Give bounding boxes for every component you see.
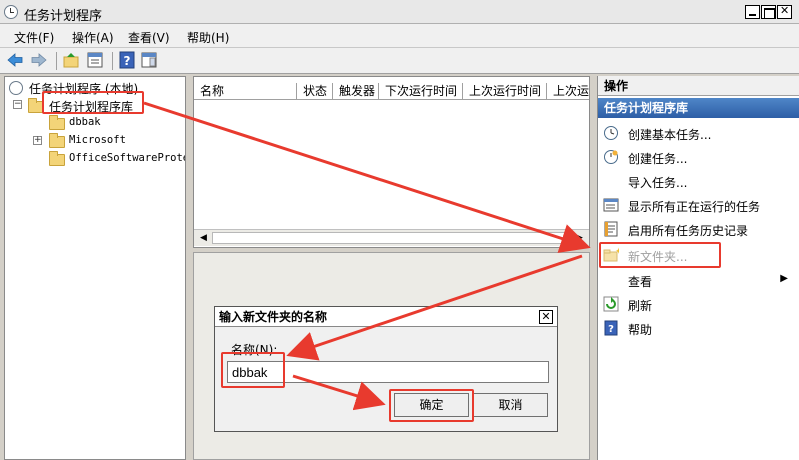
history-icon (604, 221, 618, 237)
expand-icon[interactable]: + (33, 136, 42, 145)
action-create-basic-task[interactable]: 创建基本任务... (598, 122, 799, 144)
task-scheduler-icon (4, 5, 18, 19)
column-next-run[interactable]: 下次运行时间 (379, 83, 463, 100)
action-refresh[interactable]: 刷新 (598, 293, 799, 315)
help-icon: ? (604, 320, 618, 336)
actions-section-library[interactable]: 任务计划程序库 (598, 98, 799, 118)
toolbar-separator (56, 52, 57, 70)
action-label: 帮助 (628, 323, 653, 337)
menu-view[interactable]: 查看(V) (128, 29, 170, 46)
forward-arrow-icon[interactable] (30, 51, 50, 71)
dialog-close-icon[interactable]: ✕ (539, 310, 553, 324)
panel-icon[interactable] (140, 51, 160, 71)
action-label: 刷新 (628, 299, 653, 313)
actions-header: 操作 (598, 76, 799, 96)
folder-name-input[interactable] (227, 361, 549, 383)
tree-dbbak-label: dbbak (69, 116, 101, 128)
svg-text:?: ? (124, 54, 131, 68)
menu-file[interactable]: 文件(F) (14, 29, 54, 46)
tree-item-library[interactable]: − 任务计划程序库 (5, 96, 185, 114)
clock-icon (9, 81, 23, 95)
folder-icon (49, 133, 65, 148)
folder-icon (28, 98, 44, 113)
ok-button[interactable]: 确定 (394, 393, 469, 417)
action-new-folder[interactable]: ✦ 新文件夹... (598, 244, 799, 266)
new-folder-dialog: 输入新文件夹的名称 ✕ 名称(N): 确定 取消 (214, 306, 558, 432)
close-button[interactable] (777, 4, 792, 19)
scroll-thumb[interactable] (212, 232, 567, 244)
navigation-tree: 任务计划程序 (本地) − 任务计划程序库 dbbak + Microsoft … (4, 76, 186, 460)
up-folder-icon[interactable] (62, 51, 82, 71)
tree-item-microsoft[interactable]: + Microsoft (5, 132, 185, 150)
svg-text:?: ? (608, 324, 614, 335)
minimize-button[interactable] (745, 5, 760, 19)
toolbar-separator (112, 52, 113, 70)
view-icon[interactable] (86, 51, 106, 71)
menu-help[interactable]: 帮助(H) (187, 29, 229, 46)
running-tasks-icon (603, 198, 619, 212)
folder-icon (49, 151, 65, 166)
window-title: 任务计划程序 (24, 9, 103, 24)
tree-root[interactable]: 任务计划程序 (本地) (5, 79, 185, 97)
action-label: 创建基本任务... (628, 128, 712, 142)
action-label: 创建任务... (628, 152, 688, 166)
tree-root-label: 任务计划程序 (本地) (29, 82, 139, 96)
column-last-run[interactable]: 上次运行时间 (463, 83, 547, 100)
tree-item-dbbak[interactable]: dbbak (5, 114, 185, 132)
refresh-icon (603, 296, 619, 312)
scroll-right-icon[interactable]: ▶ (572, 231, 587, 246)
action-show-running[interactable]: 显示所有正在运行的任务 (598, 194, 799, 216)
action-label: 启用所有任务历史记录 (628, 224, 749, 238)
back-arrow-icon[interactable] (6, 51, 26, 71)
name-field-label: 名称(N): (231, 343, 278, 357)
horizontal-scrollbar[interactable]: ◀ ▶ (194, 229, 589, 246)
menu-action[interactable]: 操作(A) (72, 29, 114, 46)
cancel-button[interactable]: 取消 (473, 393, 548, 417)
action-label: 查看 (628, 275, 653, 289)
action-label: 导入任务... (628, 176, 688, 190)
tree-microsoft-label: Microsoft (69, 134, 126, 146)
column-name[interactable]: 名称 (194, 83, 297, 100)
task-list: 名称 状态 触发器 下次运行时间 上次运行时间 上次运 ◀ ▶ (193, 76, 590, 248)
svg-text:✦: ✦ (615, 247, 619, 257)
help-icon[interactable]: ? (118, 51, 138, 71)
folder-icon (49, 115, 65, 130)
tree-office-label: OfficeSoftwareProte (69, 152, 185, 164)
actions-pane: 操作 任务计划程序库 创建基本任务... 创建任务... 导入任务... 显示所… (597, 76, 799, 460)
scroll-left-icon[interactable]: ◀ (196, 231, 211, 246)
collapse-icon[interactable]: − (13, 100, 22, 109)
action-help[interactable]: ? 帮助 (598, 317, 799, 339)
action-view[interactable]: 查看 ▶ (598, 269, 799, 291)
action-create-task[interactable]: 创建任务... (598, 146, 799, 168)
action-import-task[interactable]: 导入任务... (598, 170, 799, 192)
title-bar: 任务计划程序 (0, 0, 799, 24)
menu-bar: 文件(F) 操作(A) 查看(V) 帮助(H) (0, 24, 799, 48)
create-basic-task-icon (604, 126, 618, 140)
new-folder-icon: ✦ (603, 247, 619, 262)
column-status[interactable]: 状态 (297, 83, 333, 100)
column-trigger[interactable]: 触发器 (333, 83, 379, 100)
tree-library-label: 任务计划程序库 (49, 100, 134, 114)
create-task-icon (604, 150, 618, 164)
action-label: 新文件夹... (628, 250, 688, 264)
tree-item-office[interactable]: OfficeSoftwareProte (5, 150, 185, 168)
submenu-arrow-icon: ▶ (780, 273, 788, 284)
action-enable-history[interactable]: 启用所有任务历史记录 (598, 218, 799, 240)
column-last-result[interactable]: 上次运 (547, 83, 589, 100)
toolbar: ? (0, 48, 799, 74)
action-label: 显示所有正在运行的任务 (628, 200, 761, 214)
maximize-button[interactable] (761, 5, 776, 19)
dialog-title: 输入新文件夹的名称 (215, 307, 557, 327)
